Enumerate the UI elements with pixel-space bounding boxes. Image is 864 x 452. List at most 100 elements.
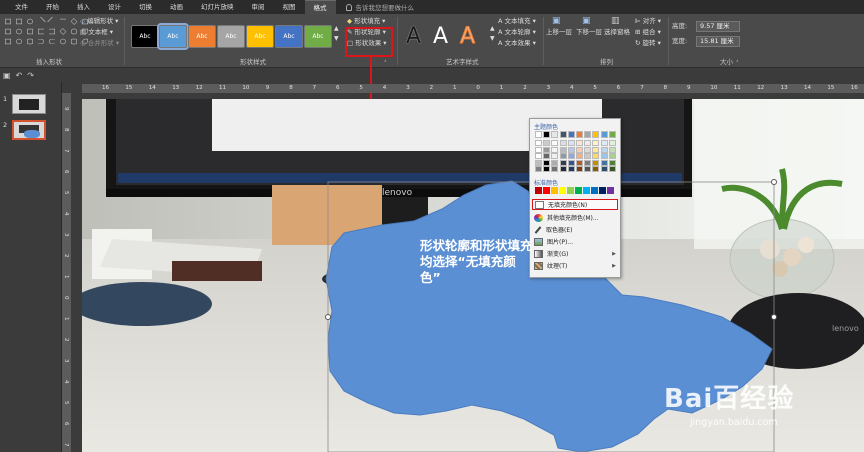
theme-color-swatch[interactable] bbox=[592, 159, 600, 166]
text-outline-button[interactable]: A 文本轮廓 ▾ bbox=[498, 28, 536, 37]
theme-color-swatch[interactable] bbox=[559, 146, 567, 153]
line-icon[interactable] bbox=[36, 16, 46, 27]
theme-color-swatch[interactable] bbox=[584, 146, 592, 153]
menu-insert[interactable]: 插入 bbox=[68, 0, 99, 14]
theme-color-swatch[interactable] bbox=[567, 140, 575, 146]
pentagon-icon[interactable] bbox=[27, 28, 33, 35]
theme-color-swatch[interactable] bbox=[592, 166, 600, 173]
theme-color-swatch[interactable] bbox=[608, 166, 616, 173]
theme-color-swatch[interactable] bbox=[543, 166, 551, 173]
rotate-button[interactable]: ↻ 旋转 ▾ bbox=[635, 39, 661, 48]
arrow-icon[interactable] bbox=[60, 18, 66, 24]
theme-color-swatch[interactable] bbox=[576, 166, 583, 173]
rectangle-icon[interactable] bbox=[5, 38, 11, 45]
theme-color-swatch[interactable] bbox=[567, 146, 575, 153]
theme-color-swatch[interactable] bbox=[584, 159, 592, 166]
no-fill-color-item[interactable]: 无填充颜色(N) bbox=[532, 199, 618, 210]
shapes-gallery[interactable] bbox=[3, 16, 88, 47]
theme-color-swatch[interactable] bbox=[535, 131, 542, 138]
menu-animations[interactable]: 动画 bbox=[161, 0, 192, 14]
theme-color-swatch[interactable] bbox=[584, 153, 592, 160]
edit-shape-button[interactable]: ◇ 编辑形状 ▾ bbox=[80, 17, 118, 26]
cloud-icon[interactable] bbox=[60, 38, 66, 45]
text-box-button[interactable]: ▤ 文本框 ▾ bbox=[80, 28, 113, 37]
eyedropper-item[interactable]: 取色器(E) bbox=[532, 224, 618, 235]
theme-color-swatch[interactable] bbox=[535, 159, 542, 166]
height-input[interactable]: 9.57 厘米 bbox=[696, 21, 740, 32]
theme-color-swatch[interactable] bbox=[551, 131, 559, 138]
menu-design[interactable]: 设计 bbox=[99, 0, 130, 14]
theme-color-swatch[interactable] bbox=[559, 166, 567, 173]
save-icon[interactable]: ▣ bbox=[3, 71, 11, 80]
shape-style-swatch[interactable]: Abc bbox=[246, 25, 274, 48]
theme-color-swatch[interactable] bbox=[543, 159, 551, 166]
standard-color-swatch[interactable] bbox=[583, 187, 590, 194]
brace-icon[interactable] bbox=[38, 38, 44, 45]
menu-slideshow[interactable]: 幻灯片放映 bbox=[192, 0, 243, 14]
theme-color-swatch[interactable] bbox=[608, 146, 616, 153]
triangle-icon[interactable] bbox=[70, 18, 78, 25]
theme-color-swatch[interactable] bbox=[592, 146, 600, 153]
text-fill-button[interactable]: A 文本填充 ▾ bbox=[498, 17, 536, 26]
bracket-icon[interactable] bbox=[49, 28, 55, 35]
theme-color-swatch[interactable] bbox=[559, 131, 567, 138]
theme-color-swatch[interactable] bbox=[600, 153, 608, 160]
shape-style-swatch[interactable]: Abc bbox=[275, 25, 303, 48]
bring-forward-button[interactable]: 上移一层 bbox=[546, 28, 572, 37]
wordart-orange[interactable]: A bbox=[459, 24, 475, 50]
theme-color-swatch[interactable] bbox=[576, 140, 583, 146]
theme-color-swatch[interactable] bbox=[584, 166, 592, 173]
resize-handle[interactable] bbox=[771, 179, 777, 185]
width-input[interactable]: 15.81 厘米 bbox=[696, 36, 740, 47]
merge-shapes-button[interactable]: ◎ 合并形状 ▾ bbox=[80, 39, 119, 48]
rectangle-icon[interactable] bbox=[5, 18, 11, 25]
redo-icon[interactable]: ↷ bbox=[27, 71, 34, 80]
rectangle-icon[interactable] bbox=[16, 18, 22, 25]
menu-transitions[interactable]: 切换 bbox=[130, 0, 161, 14]
wordart-white[interactable]: A bbox=[433, 24, 448, 50]
theme-color-swatch[interactable] bbox=[559, 153, 567, 160]
theme-color-swatch[interactable] bbox=[600, 166, 608, 173]
theme-color-swatch[interactable] bbox=[608, 140, 616, 146]
theme-color-swatch[interactable] bbox=[535, 140, 542, 146]
star-icon[interactable] bbox=[59, 28, 67, 35]
standard-color-swatch[interactable] bbox=[567, 187, 574, 194]
selection-pane-button[interactable]: 选择窗格 bbox=[604, 28, 630, 37]
standard-color-swatch[interactable] bbox=[551, 187, 558, 194]
theme-color-swatch[interactable] bbox=[608, 131, 616, 138]
theme-color-swatch[interactable] bbox=[608, 159, 616, 166]
theme-color-swatch[interactable] bbox=[567, 159, 575, 166]
theme-color-swatch[interactable] bbox=[543, 146, 551, 153]
theme-color-swatch[interactable] bbox=[551, 166, 559, 173]
theme-color-swatch[interactable] bbox=[551, 140, 559, 146]
theme-color-swatch[interactable] bbox=[584, 131, 592, 138]
theme-color-swatch[interactable] bbox=[592, 153, 600, 160]
text-effects-button[interactable]: A 文本效果 ▾ bbox=[498, 39, 536, 48]
theme-color-swatch[interactable] bbox=[567, 131, 575, 138]
standard-color-swatch[interactable] bbox=[535, 187, 542, 194]
theme-color-swatch[interactable] bbox=[551, 153, 559, 160]
texture-fill-item[interactable]: 纹理(T) ▶ bbox=[532, 260, 618, 271]
theme-color-swatch[interactable] bbox=[535, 153, 542, 160]
menu-file[interactable]: 文件 bbox=[6, 0, 37, 14]
align-button[interactable]: ⊫ 对齐 ▾ bbox=[635, 17, 661, 26]
size-launcher[interactable]: ⌟ bbox=[736, 56, 738, 65]
theme-color-swatch[interactable] bbox=[567, 166, 575, 173]
wordart-black[interactable]: A bbox=[406, 24, 421, 50]
theme-color-swatch[interactable] bbox=[584, 140, 592, 146]
freeform-icon[interactable] bbox=[71, 38, 77, 45]
menu-review[interactable]: 审阅 bbox=[243, 0, 274, 14]
theme-color-swatch[interactable] bbox=[535, 146, 542, 153]
oval-icon[interactable] bbox=[27, 18, 33, 25]
shape-style-swatch[interactable]: Abc bbox=[188, 25, 216, 48]
theme-color-swatch[interactable] bbox=[600, 159, 608, 166]
standard-color-swatch[interactable] bbox=[591, 187, 598, 194]
menu-home[interactable]: 开始 bbox=[37, 0, 68, 14]
slide-thumbnail-2[interactable] bbox=[12, 120, 46, 140]
group-button[interactable]: ⊞ 组合 ▾ bbox=[635, 28, 661, 37]
theme-color-swatch[interactable] bbox=[559, 140, 567, 146]
standard-color-swatch[interactable] bbox=[575, 187, 582, 194]
gallery-scroll-down[interactable]: ▼ bbox=[334, 34, 339, 43]
menu-view[interactable]: 视图 bbox=[274, 0, 305, 14]
line-icon[interactable] bbox=[47, 16, 57, 27]
